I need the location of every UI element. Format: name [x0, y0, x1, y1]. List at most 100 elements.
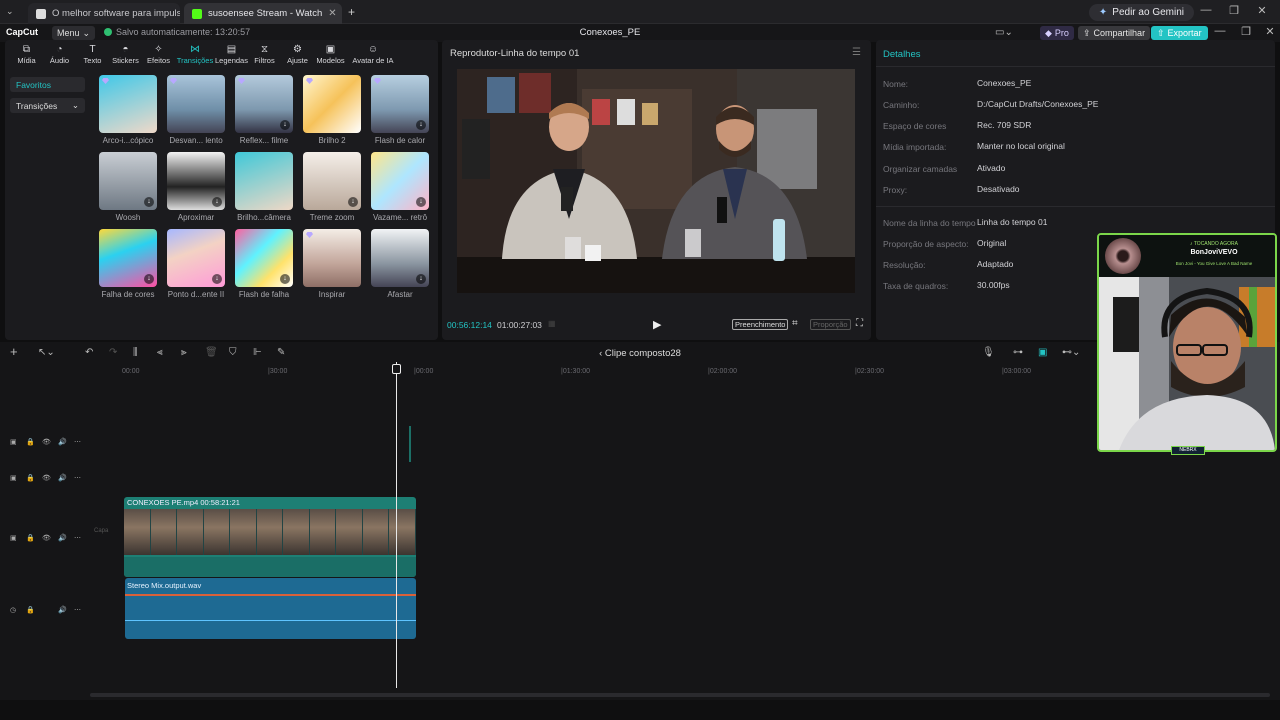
transition-item[interactable]: ↓ Vazame... retrô: [365, 152, 435, 226]
transition-thumbnail[interactable]: ↓: [371, 75, 429, 133]
audio-clip[interactable]: Stereo Mix.output.wav: [125, 578, 416, 639]
text-clip-marker[interactable]: [409, 426, 411, 462]
app-close-icon[interactable]: ✕: [1262, 25, 1278, 38]
minimize-icon[interactable]: —: [1198, 4, 1214, 16]
transition-item[interactable]: Inspirar: [297, 229, 367, 303]
browser-tab-1[interactable]: O melhor software para impulsi ✕: [28, 3, 180, 24]
playhead-handle[interactable]: [392, 364, 401, 374]
transition-item[interactable]: ↓ Afastar: [365, 229, 435, 303]
transition-thumbnail[interactable]: [167, 75, 225, 133]
track-type-icon[interactable]: ◷: [10, 606, 18, 614]
speaker-icon[interactable]: 🔊: [58, 534, 67, 542]
transition-item[interactable]: ↓ Flash de falha: [229, 229, 299, 303]
transition-item[interactable]: ↓ Flash de calor: [365, 75, 435, 149]
toolbar-tab-sticker[interactable]: ◓ Stickers: [109, 40, 142, 68]
eye-icon[interactable]: 👁: [42, 474, 51, 482]
maximize-icon[interactable]: ❐: [1226, 4, 1242, 17]
download-icon[interactable]: ↓: [144, 274, 154, 284]
download-icon[interactable]: ↓: [416, 197, 426, 207]
browser-tab-2[interactable]: susoensee Stream - Watch ✕: [184, 3, 342, 24]
new-tab-button[interactable]: +: [348, 5, 355, 19]
download-icon[interactable]: ↓: [280, 274, 290, 284]
crop-icon[interactable]: ⌗: [792, 318, 798, 329]
category-transitions-dropdown[interactable]: Transições ⌄: [10, 98, 85, 113]
lock-icon[interactable]: 🔒: [26, 534, 35, 542]
transition-thumbnail[interactable]: [303, 75, 361, 133]
grid-icon[interactable]: ▦: [548, 319, 556, 328]
download-icon[interactable]: ↓: [144, 197, 154, 207]
transition-item[interactable]: ↓ Aproximar: [161, 152, 231, 226]
lock-icon[interactable]: 🔒: [26, 474, 35, 482]
eye-icon[interactable]: 👁: [42, 534, 51, 542]
transition-item[interactable]: ↓ Ponto d...ente II: [161, 229, 231, 303]
timeline-ruler[interactable]: 00:00 |30:00 |00:00 |01:30:00 |02:00:00 |02:3…: [0, 342, 1280, 382]
lock-icon[interactable]: 🔒: [26, 438, 35, 446]
transition-thumbnail[interactable]: ↓: [371, 152, 429, 210]
transition-thumbnail[interactable]: [99, 75, 157, 133]
layout-icon[interactable]: ▭⌄: [995, 27, 1013, 38]
playhead[interactable]: [396, 362, 397, 688]
transition-thumbnail[interactable]: ↓: [303, 152, 361, 210]
transition-thumbnail[interactable]: [235, 152, 293, 210]
transition-thumbnail[interactable]: ↓: [235, 75, 293, 133]
transition-item[interactable]: Brilho 2: [297, 75, 367, 149]
toolbar-tab-transitions[interactable]: ⋈ Transições: [175, 40, 215, 68]
transition-item[interactable]: ↓ Falha de cores: [93, 229, 163, 303]
transition-thumbnail[interactable]: ↓: [167, 152, 225, 210]
audio-volume-line[interactable]: [125, 594, 416, 596]
gemini-button[interactable]: ✦ Pedir ao Gemini: [1088, 4, 1194, 21]
close-icon[interactable]: ✕: [328, 8, 336, 19]
speaker-icon[interactable]: 🔊: [58, 474, 67, 482]
video-clip[interactable]: CONEXOES PE.mp4 00:58:21:21: [124, 497, 416, 577]
transition-item[interactable]: ↓ Treme zoom: [297, 152, 367, 226]
more-icon[interactable]: ⋯: [74, 438, 82, 446]
play-button[interactable]: ▶: [653, 318, 661, 331]
download-icon[interactable]: ↓: [280, 120, 290, 130]
transition-item[interactable]: ↓ Woosh: [93, 152, 163, 226]
download-icon[interactable]: ↓: [348, 197, 358, 207]
download-icon[interactable]: ↓: [416, 120, 426, 130]
transition-thumbnail[interactable]: ↓: [167, 229, 225, 287]
toolbar-tab-adjust[interactable]: ⚙ Ajuste: [281, 40, 314, 68]
transition-item[interactable]: ↓ Reflex... filme: [229, 75, 299, 149]
lock-icon[interactable]: 🔒: [26, 606, 35, 614]
eye-icon[interactable]: 👁: [42, 438, 51, 446]
close-window-icon[interactable]: ✕: [1254, 4, 1270, 17]
track-type-icon[interactable]: ▣: [10, 474, 18, 482]
transition-thumbnail[interactable]: ↓: [99, 152, 157, 210]
transition-thumbnail[interactable]: ↓: [371, 229, 429, 287]
app-maximize-icon[interactable]: ❐: [1238, 25, 1254, 38]
toolbar-tab-templates[interactable]: ▣ Modelos: [314, 40, 347, 68]
track-type-icon[interactable]: ▣: [10, 534, 18, 542]
timeline-scrollbar[interactable]: [90, 693, 1270, 697]
more-icon[interactable]: ⋯: [74, 474, 82, 482]
download-icon[interactable]: ↓: [212, 197, 222, 207]
toolbar-tab-ai-avatar[interactable]: ☺ Avatar de IA: [347, 40, 399, 68]
player-menu-icon[interactable]: ☰: [852, 47, 861, 58]
toolbar-tab-filters[interactable]: ⧖ Filtros: [248, 40, 281, 68]
more-icon[interactable]: ⋯: [74, 534, 82, 542]
track-type-icon[interactable]: ▣: [10, 438, 18, 446]
toolbar-tab-media[interactable]: ⧉ Mídia: [10, 40, 43, 68]
toolbar-tab-effects[interactable]: ✧ Efeitos: [142, 40, 175, 68]
transition-thumbnail[interactable]: ↓: [235, 229, 293, 287]
toolbar-tab-audio[interactable]: ◔ Áudio: [43, 40, 76, 68]
toolbar-tab-captions[interactable]: ▤ Legendas: [215, 40, 248, 68]
cover-label[interactable]: Capa: [94, 528, 108, 534]
transition-item[interactable]: Brilho...câmera: [229, 152, 299, 226]
share-button[interactable]: ⇪ Compartilhar: [1078, 26, 1151, 40]
speaker-icon[interactable]: 🔊: [58, 606, 67, 614]
transition-item[interactable]: Desvan... lento: [161, 75, 231, 149]
download-icon[interactable]: ↓: [416, 274, 426, 284]
export-button[interactable]: ⇧ Exportar: [1151, 26, 1208, 40]
transition-thumbnail[interactable]: [303, 229, 361, 287]
aspect-ratio-button[interactable]: Proporção: [810, 319, 851, 330]
transition-thumbnail[interactable]: ↓: [99, 229, 157, 287]
fullscreen-icon[interactable]: ⛶: [856, 318, 863, 329]
app-minimize-icon[interactable]: —: [1212, 25, 1228, 37]
video-preview[interactable]: [457, 69, 855, 293]
toolbar-tab-text[interactable]: T Texto: [76, 40, 109, 68]
more-icon[interactable]: ⋯: [74, 606, 82, 614]
fill-mode-button[interactable]: Preenchimento: [732, 319, 789, 330]
pro-badge[interactable]: ◆ Pro: [1040, 26, 1074, 40]
